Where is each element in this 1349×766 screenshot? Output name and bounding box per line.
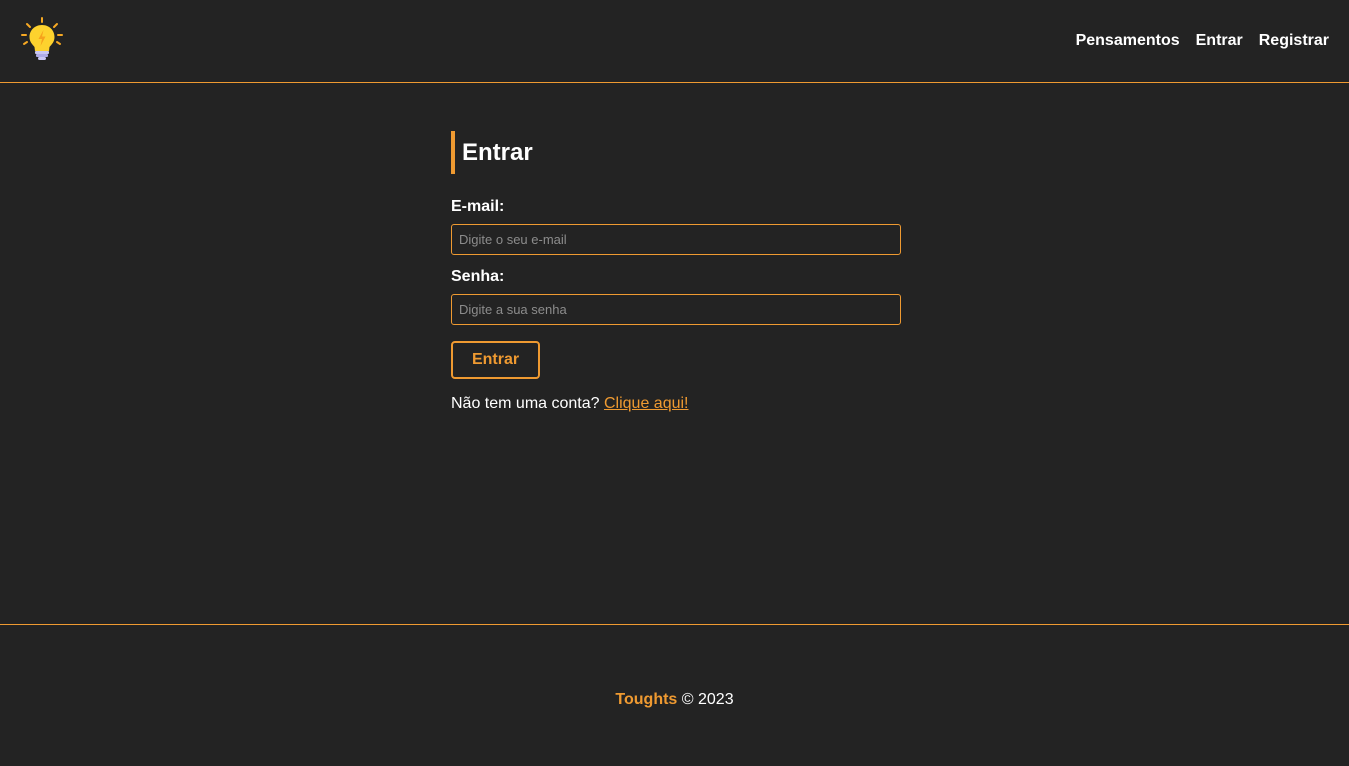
- email-label: E-mail:: [451, 198, 505, 215]
- signup-link[interactable]: Clique aqui!: [604, 395, 689, 412]
- nav-link-pensamentos[interactable]: Pensamentos: [1076, 31, 1180, 50]
- password-label: Senha:: [451, 268, 505, 285]
- signup-text: Não tem uma conta?: [451, 395, 600, 412]
- login-submit-button[interactable]: Entrar: [451, 341, 540, 379]
- lightbulb-icon[interactable]: [20, 17, 64, 61]
- password-field[interactable]: [451, 294, 901, 325]
- nav-link-registrar[interactable]: Registrar: [1259, 31, 1329, 50]
- nav-link-entrar[interactable]: Entrar: [1196, 31, 1243, 50]
- footer-text: Toughts © 2023: [0, 690, 1349, 709]
- footer-brand: Toughts: [615, 691, 678, 708]
- page-title: Entrar: [462, 138, 533, 166]
- footer: Toughts © 2023: [0, 624, 1349, 766]
- nav-links: Pensamentos Entrar Registrar: [1076, 31, 1329, 50]
- footer-copyright: © 2023: [681, 691, 734, 708]
- navbar: Pensamentos Entrar Registrar: [0, 0, 1349, 83]
- signup-prompt: Não tem uma conta? Clique aqui!: [451, 394, 901, 413]
- page-title-block: Entrar: [451, 131, 901, 174]
- login-form: Entrar E-mail: Senha: Entrar Não tem uma…: [451, 131, 901, 413]
- email-field[interactable]: [451, 224, 901, 255]
